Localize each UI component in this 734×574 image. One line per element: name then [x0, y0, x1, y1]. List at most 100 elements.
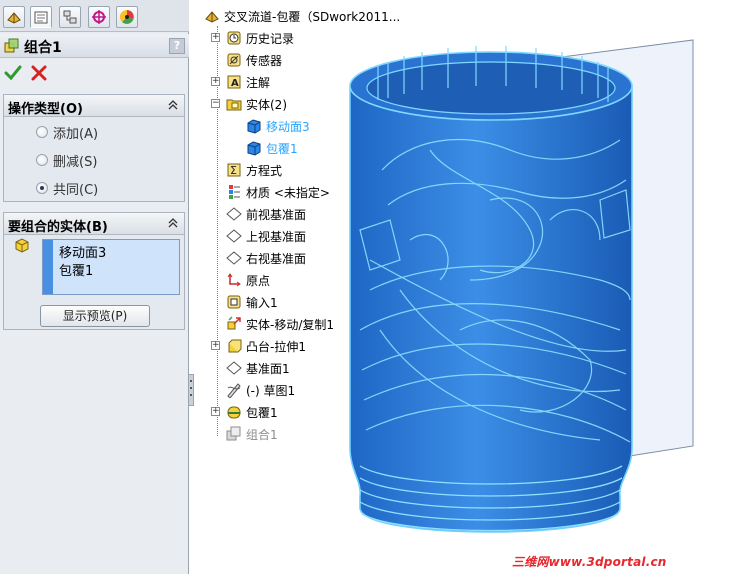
sketch-icon: [227, 383, 241, 398]
annotation-icon: A: [227, 75, 241, 89]
tree-item-label: (-) 草图1: [246, 383, 296, 398]
radio-label: 添加(A): [53, 126, 99, 142]
expand-icon[interactable]: +: [211, 33, 220, 42]
radio-button-checked[interactable]: [36, 182, 48, 194]
bodies-header[interactable]: 要组合的实体(B): [4, 213, 184, 235]
configuration-manager-tab[interactable]: [59, 6, 81, 28]
bodies-to-combine-section: 要组合的实体(B) 移动面3 包覆1 显示预览(P): [3, 212, 185, 330]
collapse-chevron-icon[interactable]: [166, 98, 180, 112]
plane-icon: [226, 361, 242, 375]
help-button[interactable]: ?: [169, 38, 185, 54]
tree-item[interactable]: 基准面1: [226, 358, 290, 378]
dimxpert-icon: [92, 10, 106, 24]
plane-icon: [226, 207, 242, 221]
tree-item[interactable]: + 包覆1: [211, 402, 278, 422]
tree-item[interactable]: 原点: [226, 270, 270, 290]
operation-type-header[interactable]: 操作类型(O): [4, 95, 184, 117]
tree-item[interactable]: 包覆1: [246, 138, 298, 158]
property-title-bar: 组合1 ?: [0, 34, 189, 58]
svg-text:A: A: [231, 78, 239, 89]
display-manager-tab[interactable]: [116, 6, 138, 28]
tree-item-label: 注解: [246, 75, 271, 90]
tree-item[interactable]: 右视基准面: [226, 248, 306, 268]
radio-label: 删减(S): [53, 154, 98, 170]
solidworks-window: 组合1 ? 操作类型(O) 添加(A) 删减(S) 共同(C) 要组合的实体(B…: [0, 0, 734, 574]
property-manager-icon: [34, 11, 48, 24]
svg-text:Σ: Σ: [230, 164, 237, 177]
material-icon: [229, 185, 240, 199]
radio-button[interactable]: [36, 154, 48, 166]
radio-button[interactable]: [36, 126, 48, 138]
tree-item[interactable]: + A 注解: [211, 72, 271, 92]
radio-label: 共同(C): [53, 182, 99, 198]
combine-icon: [226, 426, 241, 441]
tree-item-label: 实体(2): [246, 97, 287, 112]
tree-root-label: 交叉流道-包覆（SDwork2011...: [224, 9, 401, 24]
plane-icon: [226, 251, 242, 265]
cancel-x-icon[interactable]: [30, 64, 48, 82]
operation-type-title: 操作类型(O): [8, 102, 83, 117]
solid-bodies-folder-icon: [226, 99, 242, 111]
expand-icon[interactable]: +: [211, 77, 220, 86]
tree-item[interactable]: 前视基准面: [226, 204, 306, 224]
property-manager-tab[interactable]: [30, 6, 52, 28]
body-icon: [247, 119, 261, 134]
body-selection-icon: [15, 238, 29, 253]
origin-icon: [227, 273, 241, 287]
dimxpert-tab[interactable]: [88, 6, 110, 28]
tree-item[interactable]: + 历史记录: [211, 28, 295, 48]
expand-icon[interactable]: +: [211, 341, 220, 350]
tree-root[interactable]: 交叉流道-包覆（SDwork2011...: [204, 6, 400, 26]
manager-tab-bar: [0, 0, 189, 32]
tree-item[interactable]: 上视基准面: [226, 226, 306, 246]
body-icon: [247, 141, 261, 156]
list-item[interactable]: 移动面3: [59, 242, 106, 261]
bodies-selection-list[interactable]: 移动面3 包覆1: [42, 239, 180, 295]
tree-item-label: 组合1: [246, 427, 278, 442]
configuration-manager-icon: [63, 10, 77, 24]
tree-item[interactable]: 传感器: [226, 50, 282, 70]
expand-icon[interactable]: +: [211, 407, 220, 416]
part-icon: [205, 11, 219, 23]
wrap-icon: [227, 406, 241, 419]
tree-item-label: 方程式: [246, 163, 283, 178]
tree-item-label: 包覆1: [246, 405, 278, 420]
tree-item[interactable]: Σ 方程式: [226, 160, 282, 180]
collapse-chevron-icon[interactable]: [166, 216, 180, 230]
tree-item-label: 历史记录: [246, 31, 295, 46]
feature-manager-tab[interactable]: [3, 6, 25, 28]
show-preview-button[interactable]: 显示预览(P): [40, 305, 150, 327]
tree-item[interactable]: (-) 草图1: [226, 380, 295, 400]
feature-manager-icon: [7, 12, 21, 24]
tree-item-label: 基准面1: [246, 361, 290, 376]
equation-icon: Σ: [227, 163, 241, 177]
sensor-icon: [227, 53, 241, 67]
list-item[interactable]: 包覆1: [59, 260, 93, 279]
bodies-title: 要组合的实体(B): [8, 220, 108, 235]
combine-icon: [4, 38, 19, 53]
site-watermark: 三维网www.3dportal.cn: [512, 555, 667, 569]
tree-item[interactable]: + 凸台-拉伸1: [211, 336, 306, 356]
property-title: 组合1: [24, 40, 62, 56]
operation-type-section: 操作类型(O) 添加(A) 删减(S) 共同(C): [3, 94, 185, 202]
collapse-icon[interactable]: −: [211, 99, 220, 108]
tree-item-label: 前视基准面: [246, 207, 307, 222]
tree-item-label: 上视基准面: [246, 229, 307, 244]
plane-icon: [226, 229, 242, 243]
solid-body[interactable]: [349, 58, 633, 533]
tree-item[interactable]: − 实体(2): [211, 94, 287, 114]
tree-item-label: 包覆1: [266, 141, 298, 156]
import-icon: [227, 295, 241, 309]
tree-item[interactable]: 组合1: [226, 424, 278, 444]
tree-item-label: 右视基准面: [246, 251, 307, 266]
radio-common[interactable]: 共同(C): [36, 179, 99, 198]
panel-splitter[interactable]: [188, 374, 194, 406]
radio-subtract[interactable]: 删减(S): [36, 151, 98, 170]
tree-item[interactable]: 输入1: [226, 292, 278, 312]
tree-item-label: 原点: [246, 273, 271, 288]
list-focus-bar: [43, 240, 53, 294]
graphics-viewport[interactable]: [300, 30, 730, 574]
ok-check-icon[interactable]: [4, 64, 22, 82]
radio-add[interactable]: 添加(A): [36, 123, 99, 142]
tree-guide-line: [217, 26, 218, 436]
